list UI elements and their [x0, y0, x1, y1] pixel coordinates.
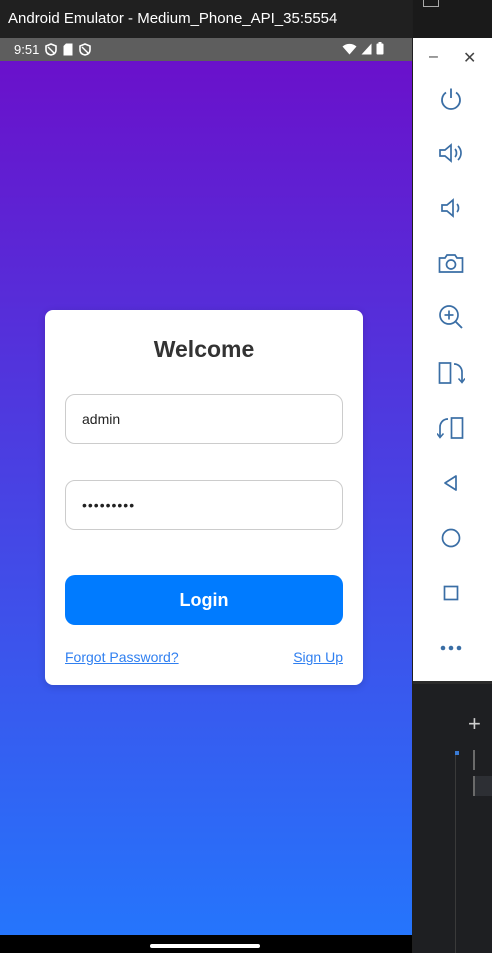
overview-icon[interactable]: [436, 578, 466, 608]
battery-icon: [376, 42, 384, 58]
shield-icon: [45, 43, 58, 56]
tree-guide-line: [455, 751, 456, 953]
login-button[interactable]: Login: [65, 575, 343, 625]
home-gesture-handle[interactable]: [150, 944, 260, 948]
camera-icon[interactable]: [436, 248, 466, 278]
home-icon[interactable]: [436, 523, 466, 553]
sd-card-icon: [63, 43, 73, 56]
ide-divider: [413, 681, 492, 684]
more-icon[interactable]: [436, 633, 466, 663]
minimize-icon[interactable]: –: [429, 48, 438, 66]
sign-up-link[interactable]: Sign Up: [293, 649, 343, 665]
power-icon[interactable]: [436, 84, 466, 114]
username-field[interactable]: [65, 394, 343, 444]
window-layout-icon: [423, 0, 439, 7]
password-field[interactable]: •••••••••: [65, 480, 343, 530]
zoom-in-icon[interactable]: [436, 302, 466, 332]
welcome-title: Welcome: [153, 336, 255, 362]
volume-down-icon[interactable]: [436, 193, 466, 223]
volume-up-icon[interactable]: [436, 138, 466, 168]
add-icon[interactable]: +: [468, 711, 481, 737]
tree-marker: [455, 751, 459, 755]
tree-item-selected[interactable]: [473, 776, 492, 796]
status-bar: 9:51: [0, 38, 412, 61]
close-icon[interactable]: ✕: [463, 48, 476, 68]
emulator-window: Android Emulator - Medium_Phone_API_35:5…: [0, 0, 412, 953]
shield-off-icon: [79, 43, 92, 56]
signal-icon: [361, 43, 372, 58]
back-icon[interactable]: [436, 468, 466, 498]
rotate-left-icon[interactable]: [436, 358, 466, 388]
status-right-icons: [342, 42, 384, 58]
rotate-right-icon[interactable]: [436, 413, 466, 443]
side-panel-top: [413, 0, 492, 38]
wifi-icon: [342, 43, 357, 58]
login-card: Welcome ••••••••• Login Forgot Password?…: [45, 310, 363, 685]
window-title: Android Emulator - Medium_Phone_API_35:5…: [0, 0, 412, 38]
emulator-toolbar: – ✕: [413, 38, 492, 681]
app-screen: Welcome ••••••••• Login Forgot Password?…: [0, 61, 412, 935]
status-time: 9:51: [14, 42, 40, 57]
navigation-bar: [0, 935, 412, 953]
ide-background: +: [413, 681, 492, 953]
tree-item[interactable]: [473, 750, 492, 770]
forgot-password-link[interactable]: Forgot Password?: [65, 649, 179, 665]
